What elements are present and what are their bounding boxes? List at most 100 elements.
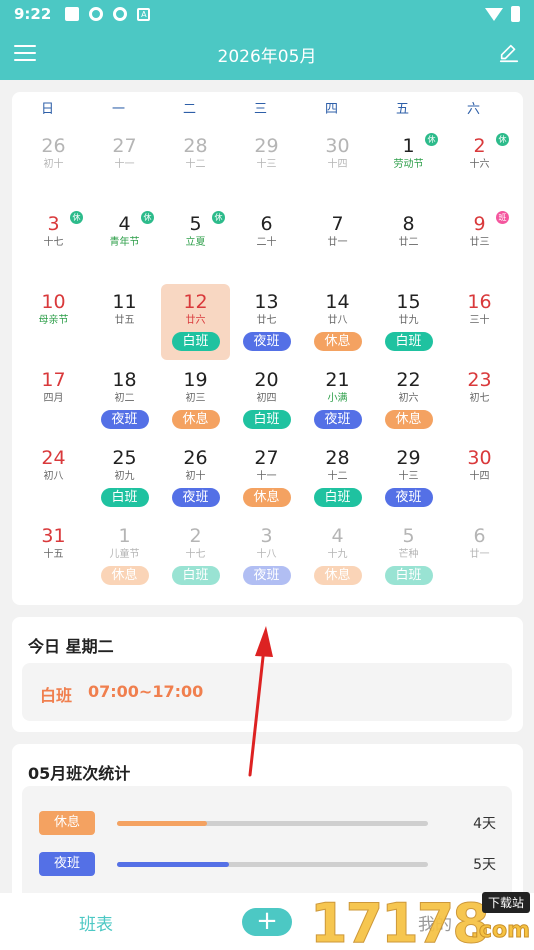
sync-icon [89, 7, 104, 21]
calendar-day-cell[interactable]: 5 芒种 白班 [373, 518, 444, 596]
day-number: 15 [396, 291, 421, 313]
tab-mine[interactable]: 我的 [418, 910, 452, 935]
calendar-day-cell[interactable]: 3 十八 夜班 [231, 518, 302, 596]
stat-count: 4天 [473, 816, 496, 832]
calendar-day-cell[interactable]: 19 初三 休息 [160, 362, 231, 440]
calendar-day-cell[interactable]: 22 初六 休息 [373, 362, 444, 440]
calendar-day-cell[interactable]: 9 廿三班 [444, 206, 515, 284]
calendar-day-cell[interactable]: 18 初二 夜班 [89, 362, 160, 440]
calendar-day-cell[interactable]: 6 廿一 [444, 518, 515, 596]
calendar-day-cell[interactable]: 4 青年节休 [89, 206, 160, 284]
lunar-date: 四月 [43, 393, 64, 404]
calendar-day-cell[interactable]: 30 十四 [444, 440, 515, 518]
weekday-header: 日 一 二 三 四 五 六 [12, 92, 523, 128]
calendar-day-cell[interactable]: 4 十九 休息 [302, 518, 373, 596]
edit-icon[interactable] [498, 42, 520, 64]
day-number: 25 [112, 447, 137, 469]
stats-title: 05月班次统计 [28, 764, 131, 783]
lunar-date: 青年节 [109, 237, 140, 248]
lunar-date: 初四 [256, 393, 277, 404]
holiday-badge: 休 [141, 211, 154, 224]
day-number: 31 [41, 525, 66, 547]
calendar-day-cell[interactable]: 11 廿五 [89, 284, 160, 362]
today-shift-box[interactable]: 白班 07:00~17:00 [22, 663, 512, 721]
lunar-date: 十八 [256, 549, 277, 560]
day-number: 6 [260, 213, 273, 235]
calendar-day-cell[interactable]: 30 十四 [302, 128, 373, 206]
calendar-day-cell[interactable]: 1 儿童节 休息 [89, 518, 160, 596]
lunar-date: 廿五 [114, 315, 135, 326]
day-number: 29 [254, 135, 279, 157]
calendar-day-cell[interactable]: 6 二十 [231, 206, 302, 284]
calendar-day-cell[interactable]: 14 廿八 休息 [302, 284, 373, 362]
day-number: 7 [331, 213, 344, 235]
day-number: 13 [254, 291, 279, 313]
calendar-day-cell[interactable]: 8 廿二 [373, 206, 444, 284]
lunar-date: 十九 [327, 549, 348, 560]
day-number: 27 [112, 135, 137, 157]
stat-progress-fill [117, 821, 208, 826]
calendar-day-cell[interactable]: 15 廿九 白班 [373, 284, 444, 362]
lunar-date: 劳动节 [393, 159, 424, 170]
calendar-day-cell[interactable]: 21 小满 夜班 [302, 362, 373, 440]
day-number: 21 [325, 369, 350, 391]
calendar-day-cell[interactable]: 20 初四 白班 [231, 362, 302, 440]
lunar-date: 十七 [185, 549, 206, 560]
calendar-day-cell[interactable]: 27 十一 [89, 128, 160, 206]
calendar-day-cell[interactable]: 27 十一 休息 [231, 440, 302, 518]
calendar-day-cell[interactable]: 10 母亲节 [18, 284, 89, 362]
sync-icon-2 [113, 7, 128, 21]
stat-progress-track [117, 862, 428, 867]
lunar-date: 十五 [43, 549, 64, 560]
today-title: 今日 星期二 [28, 637, 114, 656]
workday-badge: 班 [496, 211, 509, 224]
lunar-date: 立夏 [185, 237, 206, 248]
calendar-day-cell[interactable]: 7 廿一 [302, 206, 373, 284]
calendar-day-cell[interactable]: 26 初十 [18, 128, 89, 206]
calendar-day-cell[interactable]: 26 初十 夜班 [160, 440, 231, 518]
calendar-day-cell[interactable]: 1 劳动节休 [373, 128, 444, 206]
shift-pill: 夜班 [384, 488, 433, 507]
stat-count: 5天 [473, 857, 496, 873]
calendar-day-cell[interactable]: 13 廿七 夜班 [231, 284, 302, 362]
lunar-date: 小满 [327, 393, 348, 404]
calendar-day-cell[interactable]: 2 十六休 [444, 128, 515, 206]
calendar-day-cell[interactable]: 31 十五 [18, 518, 89, 596]
day-number: 30 [325, 135, 350, 157]
calendar-day-cell[interactable]: 29 十三 [231, 128, 302, 206]
notification-icon [65, 7, 80, 21]
day-number: 5 [402, 525, 415, 547]
calendar-day-cell[interactable]: 3 十七休 [18, 206, 89, 284]
shift-pill: 白班 [171, 566, 220, 585]
calendar-day-cell[interactable]: 2 十七 白班 [160, 518, 231, 596]
calendar-day-cell[interactable]: 17 四月 [18, 362, 89, 440]
day-number: 24 [41, 447, 66, 469]
holiday-badge: 休 [70, 211, 83, 224]
menu-icon[interactable] [14, 45, 36, 62]
calendar-day-cell[interactable]: 16 三十 [444, 284, 515, 362]
calendar-day-cell[interactable]: 25 初九 白班 [89, 440, 160, 518]
bottom-bar: 班表 + 我的 [0, 893, 534, 950]
day-number: 11 [112, 291, 137, 313]
today-card: 今日 星期二 白班 07:00~17:00 [12, 617, 523, 732]
month-title[interactable]: 2026年05月 [218, 42, 317, 67]
calendar-day-cell[interactable]: 12 廿六 白班 [160, 284, 231, 362]
shift-pill: 白班 [313, 488, 362, 507]
calendar-day-cell[interactable]: 29 十三 夜班 [373, 440, 444, 518]
calendar-day-cell[interactable]: 5 立夏休 [160, 206, 231, 284]
shift-pill: 休息 [313, 332, 362, 351]
calendar-day-cell[interactable]: 23 初七 [444, 362, 515, 440]
add-button[interactable]: + [242, 908, 292, 936]
day-number: 20 [254, 369, 279, 391]
battery-icon [511, 6, 520, 22]
weekday-fri: 五 [395, 102, 409, 117]
lunar-date: 十一 [114, 159, 135, 170]
tab-schedule[interactable]: 班表 [79, 910, 113, 935]
calendar-day-cell[interactable]: 24 初八 [18, 440, 89, 518]
lunar-date: 十三 [256, 159, 277, 170]
shift-pill: 休息 [242, 488, 291, 507]
day-number: 23 [467, 369, 492, 391]
calendar-day-cell[interactable]: 28 十二 白班 [302, 440, 373, 518]
shift-pill: 夜班 [171, 488, 220, 507]
calendar-day-cell[interactable]: 28 十二 [160, 128, 231, 206]
